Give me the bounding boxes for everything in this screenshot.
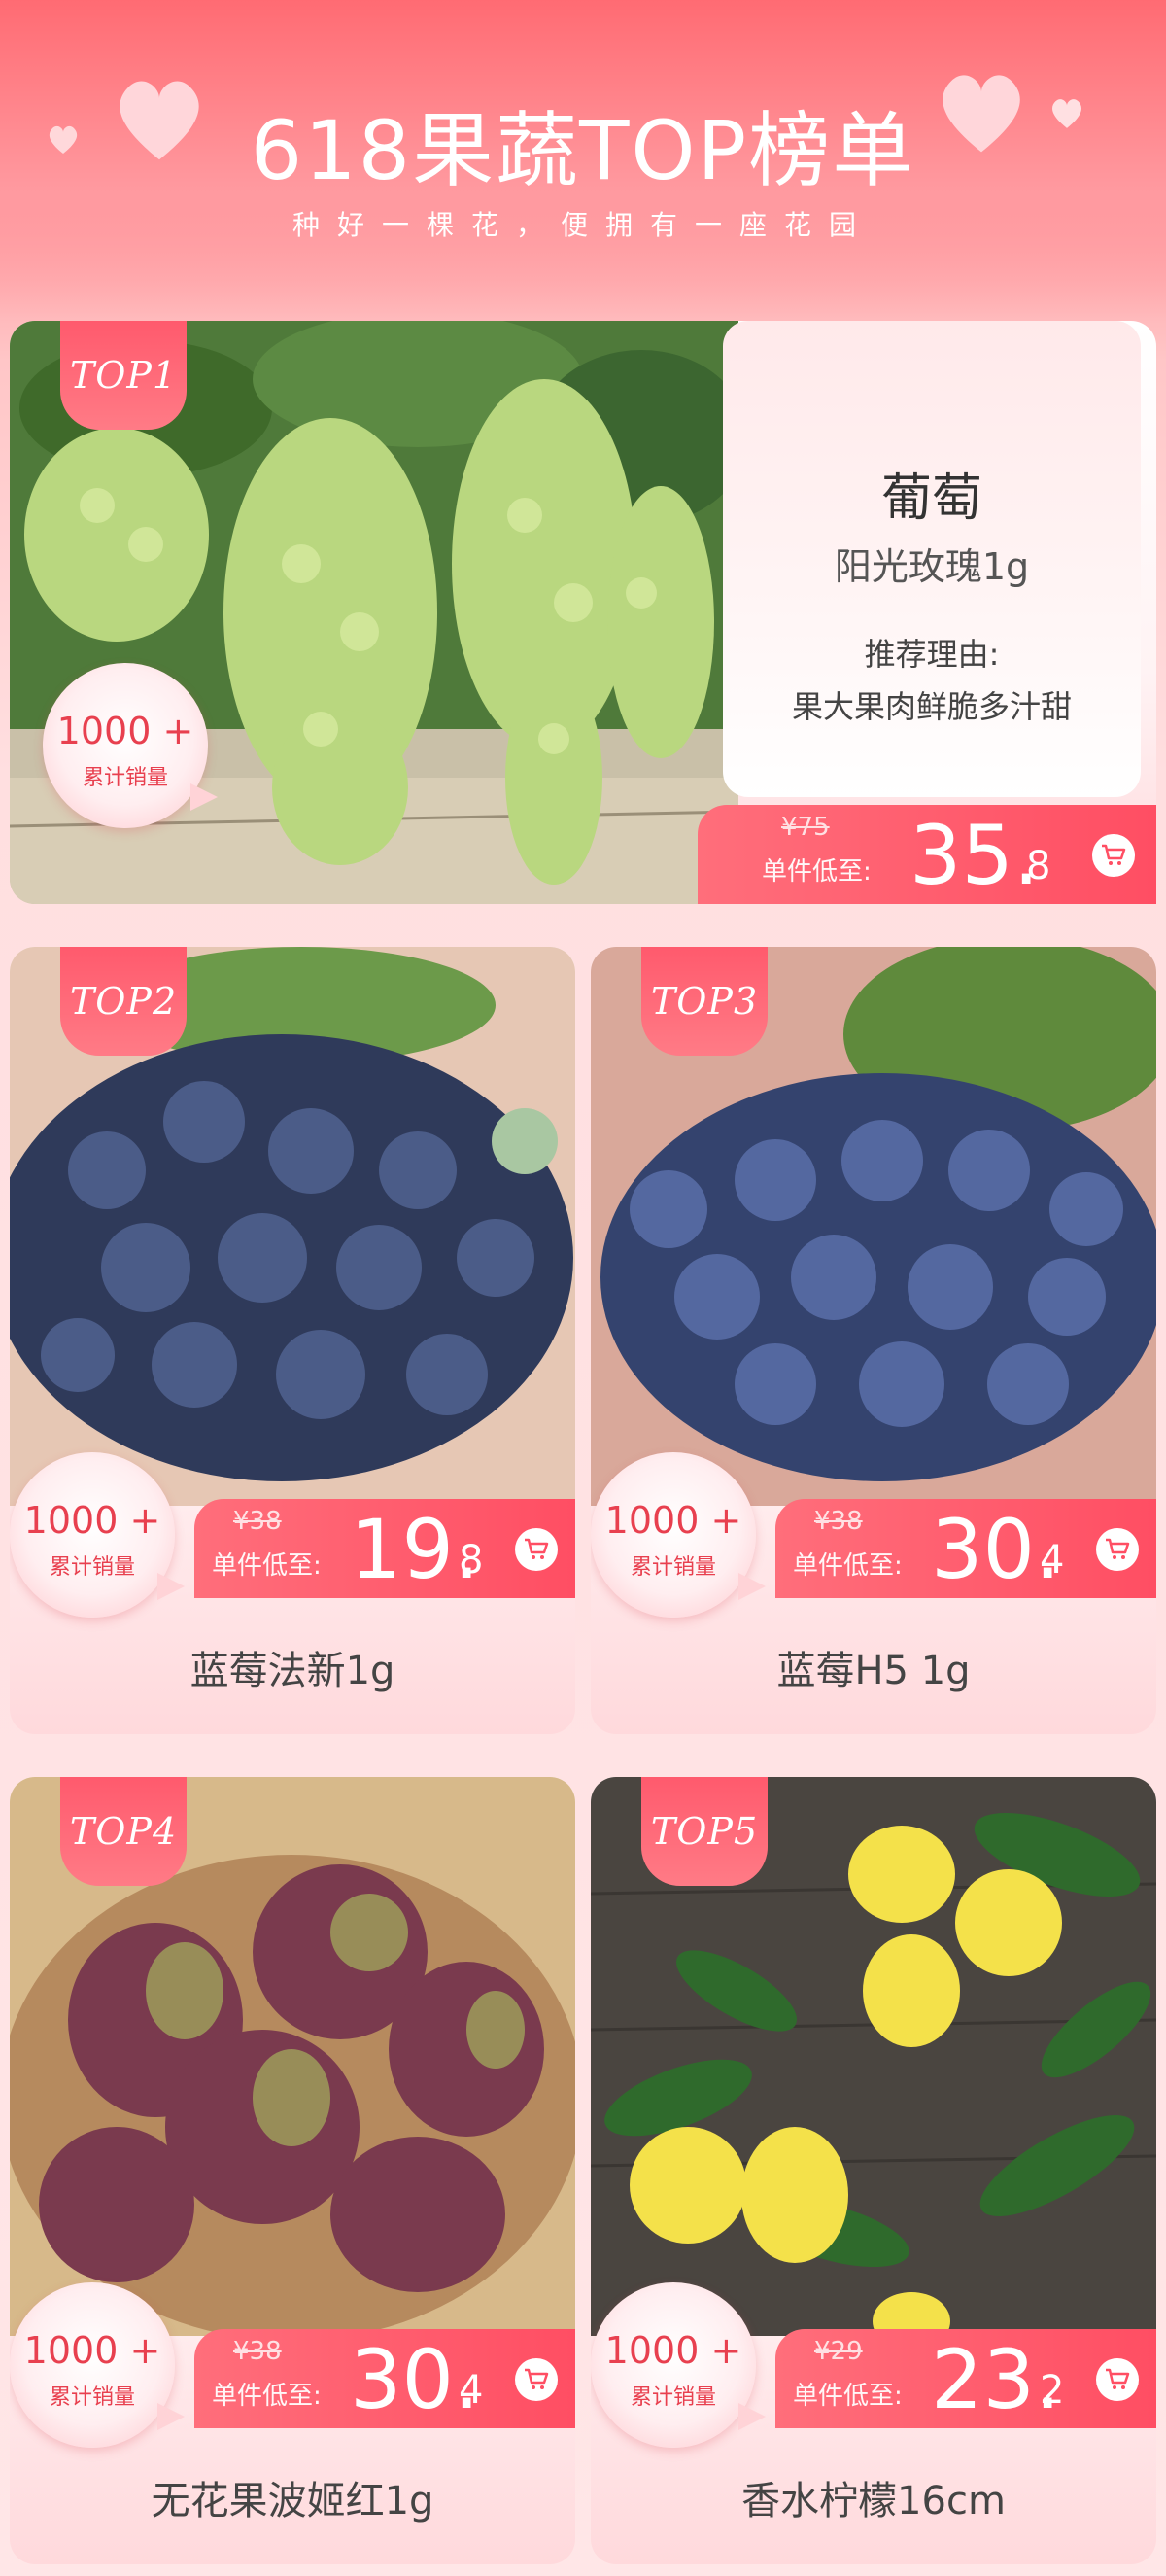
sales-label: 累计销量 [630, 2385, 716, 2410]
sales-count: 1000 + [604, 2329, 742, 2372]
price-bar: ¥29 单件低至: 23. 2 [775, 2329, 1156, 2428]
shopping-cart-icon[interactable] [1096, 1528, 1139, 1571]
original-price: ¥38 [814, 1507, 863, 1536]
sales-label: 累计销量 [630, 1555, 716, 1580]
sales-badge: 1000 + 累计销量 [10, 2282, 185, 2448]
price-bar: ¥75 单件低至: 35. 8 [698, 805, 1156, 904]
price-bar: ¥38 单件低至: 19. 8 [194, 1499, 575, 1598]
product-card[interactable]: TOP4 1000 + 累计销量 ¥38 单件低至: 30. 4 无花果波姬红1… [10, 1777, 575, 2564]
rank-badge: TOP5 [641, 1777, 768, 1886]
product-card[interactable]: TOP2 1000 + 累计销量 ¥38 单件低至: 19. 8 蓝莓法新1g [10, 947, 575, 1734]
price-label: 单件低至: [793, 1551, 903, 1581]
price-decimal: 8 [459, 1538, 484, 1583]
page-subtitle: 种好一棵花，便拥有一座花园 [292, 209, 874, 241]
price-integer: 35. [909, 808, 1040, 903]
product-name: 葡萄 [880, 470, 982, 528]
shopping-cart-icon[interactable] [1096, 2358, 1139, 2401]
sales-badge: 1000 + 累计销量 [10, 1452, 185, 1618]
price-label: 单件低至: [762, 857, 872, 887]
page: 618果蔬TOP榜单 种好一棵花，便拥有一座花园 TOP1 1000 + 累计销… [0, 0, 1166, 2576]
sales-badge: 1000 + 累计销量 [43, 663, 218, 828]
original-price: ¥29 [814, 2337, 863, 2366]
product-spec: 阳光玫瑰1g [834, 545, 1030, 588]
featured-info-panel: 葡萄 阳光玫瑰1g 推荐理由: 果大果肉鲜脆多汁甜 [723, 321, 1141, 797]
rank-badge: TOP2 [60, 947, 187, 1056]
sales-count: 1000 + [23, 1499, 161, 1542]
sales-label: 累计销量 [49, 2385, 135, 2410]
rank-badge: TOP1 [60, 321, 187, 430]
page-title: 618果蔬TOP榜单 [250, 103, 916, 198]
original-price: ¥38 [233, 2337, 282, 2366]
sales-label: 累计销量 [49, 1555, 135, 1580]
product-name: 蓝莓法新1g [189, 1649, 395, 1693]
rank-badge: TOP4 [60, 1777, 187, 1886]
price-label: 单件低至: [212, 1551, 322, 1581]
price-label: 单件低至: [212, 2382, 322, 2411]
price-label: 单件低至: [793, 2382, 903, 2411]
price-decimal: 2 [1040, 2368, 1065, 2413]
price-decimal: 4 [459, 2368, 484, 2413]
shopping-cart-icon[interactable] [515, 2358, 558, 2401]
product-card[interactable]: TOP3 1000 + 累计销量 ¥38 单件低至: 30. 4 蓝莓H5 1g [591, 947, 1156, 1734]
shopping-cart-icon[interactable] [1092, 834, 1135, 877]
product-name: 无花果波姬红1g [151, 2479, 434, 2524]
price-decimal: 8 [1026, 844, 1051, 888]
product-name: 蓝莓H5 1g [776, 1649, 971, 1693]
shopping-cart-icon[interactable] [515, 1528, 558, 1571]
reason-label: 推荐理由: [864, 636, 1000, 673]
product-card[interactable]: TOP5 1000 + 累计销量 ¥29 单件低至: 23. 2 香水柠檬16c… [591, 1777, 1156, 2564]
reason-text: 果大果肉鲜脆多汁甜 [791, 688, 1072, 725]
original-price: ¥38 [233, 1507, 282, 1536]
price-bar: ¥38 单件低至: 30. 4 [775, 1499, 1156, 1598]
sales-badge: 1000 + 累计销量 [591, 2282, 766, 2448]
sales-badge: 1000 + 累计销量 [591, 1452, 766, 1618]
sales-count: 1000 + [23, 2329, 161, 2372]
price-decimal: 4 [1040, 1538, 1065, 1583]
product-name: 香水柠檬16cm [741, 2479, 1006, 2524]
rank-badge: TOP3 [641, 947, 768, 1056]
sales-count: 1000 + [604, 1499, 742, 1542]
original-price: ¥75 [781, 813, 830, 842]
sales-label: 累计销量 [82, 766, 168, 790]
price-bar: ¥38 单件低至: 30. 4 [194, 2329, 575, 2428]
sales-count: 1000 + [56, 710, 194, 752]
